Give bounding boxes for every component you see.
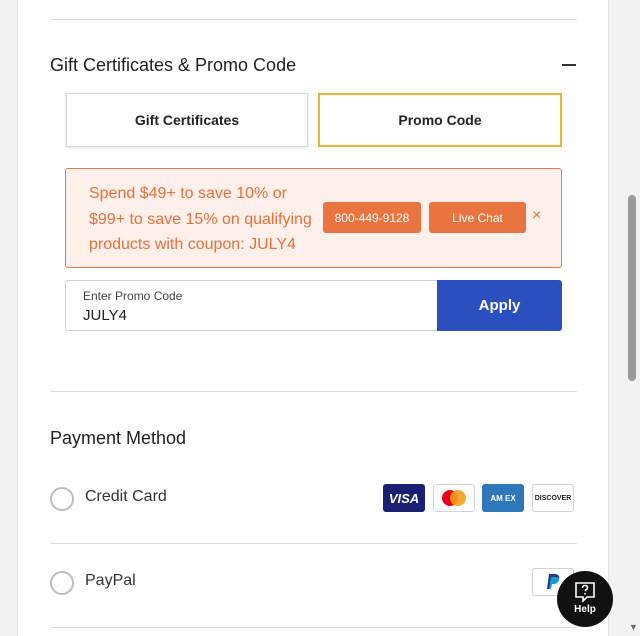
close-icon[interactable]: × [532,207,541,225]
promo-banner: Spend $49+ to save 10% or $99+ to save 1… [65,168,562,268]
paypal-label: PayPal [85,572,136,589]
visa-icon: VISA [383,484,425,512]
tab-promo-code[interactable]: Promo Code [318,93,562,147]
paypal-radio[interactable] [50,571,74,595]
credit-card-label: Credit Card [85,488,167,505]
help-chat-icon [575,582,595,603]
divider [50,391,577,392]
scrollbar-thumb[interactable] [628,195,636,381]
scroll-down-arrow-icon[interactable]: ▼ [629,622,638,632]
phone-button[interactable]: 800-449-9128 [323,202,421,233]
promo-code-value[interactable]: JULY4 [83,307,127,324]
payment-method-title: Payment Method [50,428,187,448]
amex-icon: AM EX [482,484,524,512]
payment-option-paypal[interactable]: PayPal [50,563,577,603]
apply-button[interactable]: Apply [437,280,562,331]
payment-option-credit-card[interactable]: Credit Card VISA AM EX DISCOVER [50,479,577,519]
divider [50,627,577,628]
collapse-icon[interactable] [562,64,576,66]
help-label: Help [574,604,596,615]
discover-icon: DISCOVER [532,484,574,512]
mastercard-icon [433,484,475,512]
checkout-panel: Gift Certificates & Promo Code Gift Cert… [17,0,609,636]
promo-banner-text: Spend $49+ to save 10% or $99+ to save 1… [89,185,312,253]
divider [50,19,577,20]
gift-section-title: Gift Certificates & Promo Code [50,55,297,75]
credit-card-radio[interactable] [50,487,74,511]
live-chat-button[interactable]: Live Chat [429,202,526,233]
divider [50,543,577,544]
promo-code-label: Enter Promo Code [83,289,183,303]
help-button[interactable]: Help [557,571,613,627]
tab-gift-certificates[interactable]: Gift Certificates [66,93,308,147]
promo-code-input[interactable]: Enter Promo Code JULY4 [65,280,438,331]
scrollbar[interactable]: ▼ [624,0,640,636]
